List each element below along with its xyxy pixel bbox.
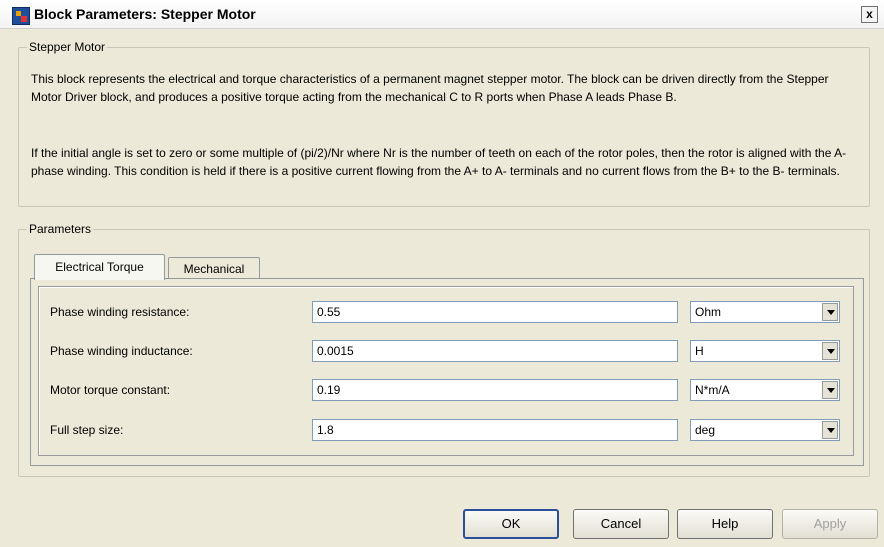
phase-winding-resistance-input[interactable]	[312, 301, 678, 323]
full-step-size-label: Full step size:	[50, 423, 124, 437]
help-button[interactable]: Help	[677, 509, 773, 539]
cancel-button[interactable]: Cancel	[573, 509, 669, 539]
tab-mechanical[interactable]: Mechanical	[168, 257, 260, 280]
phase-winding-resistance-label: Phase winding resistance:	[50, 305, 190, 319]
full-step-size-unit-select[interactable]: deg	[690, 419, 840, 441]
chevron-down-icon[interactable]	[822, 342, 838, 360]
full-step-size-input[interactable]	[312, 419, 678, 441]
motor-torque-constant-unit-select[interactable]: N*m/A	[690, 379, 840, 401]
description-paragraph-2: If the initial angle is set to zero or s…	[31, 146, 847, 178]
close-button[interactable]: x	[861, 6, 878, 23]
description-groupbox: Stepper Motor This block represents the …	[18, 40, 870, 207]
motor-torque-constant-input[interactable]	[312, 379, 678, 401]
unit-value: Ohm	[695, 305, 722, 319]
phase-winding-inductance-unit-select[interactable]: H	[690, 340, 840, 362]
description-group-title: Stepper Motor	[27, 40, 108, 54]
description-paragraph-1: This block represents the electrical and…	[31, 72, 829, 104]
apply-button: Apply	[782, 509, 878, 539]
parameters-group-title: Parameters	[27, 222, 94, 236]
phase-winding-inductance-label: Phase winding inductance:	[50, 344, 193, 358]
tab-electrical-torque[interactable]: Electrical Torque	[34, 254, 165, 280]
tab-label: Mechanical	[183, 262, 245, 276]
title-bar: Block Parameters: Stepper Motor x	[0, 0, 884, 29]
chevron-down-icon[interactable]	[822, 381, 838, 399]
phase-winding-inductance-input[interactable]	[312, 340, 678, 362]
block-parameters-icon	[12, 7, 30, 25]
unit-value: N*m/A	[695, 383, 730, 397]
tab-label: Electrical Torque	[55, 260, 144, 274]
motor-torque-constant-label: Motor torque constant:	[50, 383, 171, 397]
unit-value: deg	[695, 423, 716, 437]
window-title: Block Parameters: Stepper Motor	[34, 6, 256, 22]
phase-winding-resistance-unit-select[interactable]: Ohm	[690, 301, 840, 323]
chevron-down-icon[interactable]	[822, 303, 838, 321]
unit-value: H	[695, 344, 704, 358]
ok-button[interactable]: OK	[463, 509, 559, 539]
chevron-down-icon[interactable]	[822, 421, 838, 439]
